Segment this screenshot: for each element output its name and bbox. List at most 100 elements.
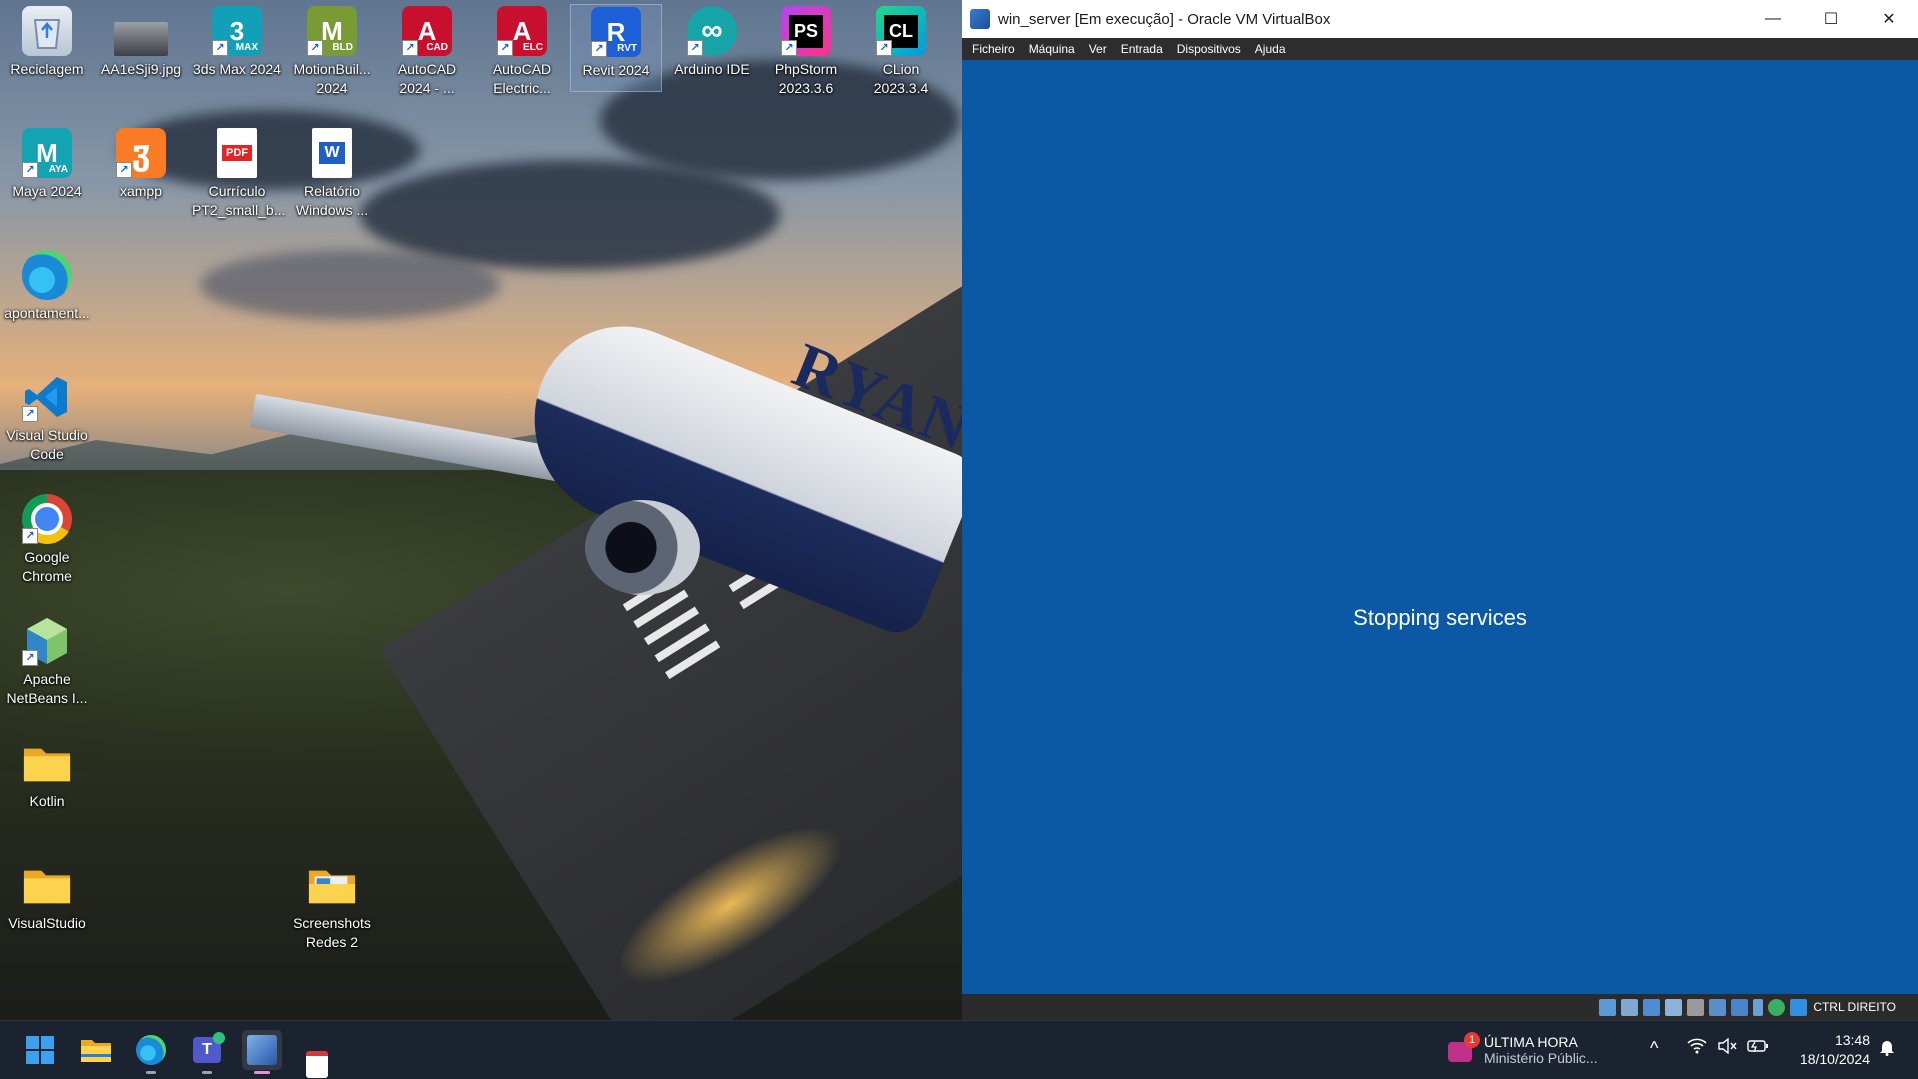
desktop-icon-screenshots-folder[interactable]: Screenshots Redes 2	[287, 860, 377, 952]
desktop-icon-relatorio-word[interactable]: W Relatório Windows ...	[287, 128, 377, 220]
window-title-bar[interactable]: win_server [Em execução] - Oracle VM Vir…	[962, 0, 1918, 38]
autocad-electrical-icon: A ELC ↗	[497, 6, 547, 56]
desktop-icon-autocad[interactable]: A CAD ↗ AutoCAD 2024 - ...	[382, 6, 472, 98]
desktop-icon-label: Maya 2024	[12, 183, 82, 199]
autocad-icon: A CAD ↗	[402, 6, 452, 56]
desktop-icon-curriculo-pdf[interactable]: PDF Currículo PT2_small_b...	[192, 128, 286, 220]
volume-muted-icon[interactable]	[1717, 1037, 1737, 1058]
desktop-icon-visualstudio-folder[interactable]: VisualStudio	[2, 860, 92, 933]
folder-icon	[307, 860, 357, 910]
desktop-icon-kotlin-folder[interactable]: Kotlin	[2, 738, 92, 811]
desktop-icon-netbeans[interactable]: ↗ Apache NetBeans I...	[2, 616, 92, 708]
desktop-icon-recycle-bin[interactable]: Reciclagem	[2, 6, 92, 79]
shared-folders-icon[interactable]	[1709, 998, 1727, 1016]
pdf-file-icon: PDF	[217, 128, 257, 178]
desktop-icon-label: Currículo PT2_small_b...	[192, 183, 286, 218]
tile-tag: BLD	[332, 42, 353, 53]
taskbar-teams[interactable]: T	[187, 1030, 227, 1074]
menu-ficheiro[interactable]: Ficheiro	[972, 42, 1015, 56]
desktop-icon-apontamentos-edge[interactable]: apontament...	[2, 250, 92, 323]
virtualbox-icon	[247, 1035, 277, 1065]
wifi-icon[interactable]	[1687, 1038, 1707, 1058]
optical-drive-icon[interactable]	[1621, 998, 1639, 1016]
menu-dispositivos[interactable]: Dispositivos	[1177, 42, 1241, 56]
desktop-icon-vscode[interactable]: ↗ Visual Studio Code	[2, 372, 92, 464]
desktop-icon-label: Screenshots Redes 2	[293, 915, 371, 950]
desktop-icon-motionbuilder[interactable]: M BLD ↗ MotionBuil... 2024	[287, 6, 377, 98]
desktop-icon-xampp[interactable]: ჳ ↗ xampp	[96, 128, 186, 201]
desktop-icon-label: AA1eSji9.jpg	[100, 61, 182, 77]
shortcut-arrow-icon: ↗	[497, 40, 513, 56]
menu-ver[interactable]: Ver	[1089, 42, 1107, 56]
desktop-icon-clion[interactable]: CL ↗ CLion 2023.3.4	[856, 6, 946, 98]
network-icon[interactable]	[1665, 998, 1683, 1016]
desktop-icon-chrome[interactable]: ↗ Google Chrome	[2, 494, 92, 586]
usb-icon[interactable]	[1687, 998, 1705, 1016]
desktop-icon-label: Visual Studio Code	[6, 427, 88, 462]
recording-icon[interactable]	[1753, 998, 1764, 1016]
edge-icon	[22, 250, 72, 300]
desktop-icon-maya[interactable]: M AYA ↗ Maya 2024	[2, 128, 92, 201]
minimize-button[interactable]: —	[1744, 0, 1802, 38]
tile-tag: ELC	[523, 42, 543, 53]
desktop-icon-arduino[interactable]: ∞ ↗ Arduino IDE	[667, 6, 757, 79]
shortcut-arrow-icon: ↗	[591, 41, 607, 57]
desktop-icon-3dsmax[interactable]: 3 MAX ↗ 3ds Max 2024	[192, 6, 282, 79]
audio-icon[interactable]	[1643, 998, 1661, 1016]
netbeans-icon: ↗	[22, 616, 72, 666]
running-indicator	[202, 1071, 212, 1074]
system-clock[interactable]: 13:48 18/10/2024	[1780, 1031, 1870, 1069]
close-button[interactable]: ✕	[1860, 0, 1918, 38]
virtualbox-window[interactable]: win_server [Em execução] - Oracle VM Vir…	[962, 0, 1918, 1020]
news-badge: 1	[1464, 1032, 1480, 1048]
news-icon: 1	[1448, 1032, 1480, 1064]
vm-display[interactable]: Stopping services	[962, 60, 1918, 994]
arduino-icon: ∞ ↗	[687, 6, 737, 56]
virtualbox-icon	[970, 9, 990, 29]
mouse-integration-icon[interactable]	[1790, 998, 1808, 1016]
windows-start-icon	[26, 1036, 54, 1064]
vscode-icon: ↗	[22, 372, 72, 422]
desktop-icon-revit[interactable]: R RVT ↗ Revit 2024	[570, 4, 662, 92]
desktop-icon-aa1esji9-jpg[interactable]: AA1eSji9.jpg	[96, 6, 186, 79]
maximize-button[interactable]: ☐	[1802, 0, 1860, 38]
desktop-icon-label: CLion 2023.3.4	[873, 61, 929, 96]
desktop-icon-label: MotionBuil... 2024	[293, 61, 371, 96]
tile-glyph: ∞	[701, 14, 723, 47]
desktop-icon-label: Revit 2024	[582, 62, 650, 78]
taskbar-file-explorer[interactable]	[76, 1030, 116, 1070]
desktop-icon-label: AutoCAD Electric...	[492, 61, 552, 96]
start-button[interactable]	[20, 1030, 60, 1070]
notification-bell-icon[interactable]	[1878, 1038, 1896, 1060]
cpu-activity-icon[interactable]	[1768, 998, 1786, 1016]
tile-tag: AYA	[48, 164, 68, 175]
desktop-icon-label: Apache NetBeans I...	[6, 671, 88, 706]
vm-status-message: Stopping services	[1353, 605, 1527, 630]
running-indicator	[146, 1071, 156, 1074]
menu-maquina[interactable]: Máquina	[1029, 42, 1075, 56]
xampp-icon: ჳ ↗	[116, 128, 166, 178]
desktop-icon-label: apontament...	[4, 305, 90, 321]
desktop-icon-phpstorm[interactable]: PS ↗ PhpStorm 2023.3.6	[761, 6, 851, 98]
desktop-icon-autocad-electrical[interactable]: A ELC ↗ AutoCAD Electric...	[477, 6, 567, 98]
menu-ajuda[interactable]: Ajuda	[1255, 42, 1286, 56]
calendar-icon	[306, 1050, 328, 1078]
show-hidden-icons-chevron[interactable]: ^	[1650, 1038, 1658, 1059]
menu-entrada[interactable]: Entrada	[1121, 42, 1163, 56]
taskbar-edge[interactable]	[131, 1030, 171, 1074]
shortcut-arrow-icon: ↗	[22, 528, 38, 544]
taskbar-calendar-app[interactable]	[297, 1049, 337, 1079]
desktop-icon-label: VisualStudio	[8, 915, 86, 931]
desktop-icon-label: 3ds Max 2024	[193, 61, 281, 77]
news-subtitle: Ministério Públic...	[1484, 1050, 1598, 1066]
shortcut-arrow-icon: ↗	[212, 40, 228, 56]
news-widget[interactable]: 1 ÚLTIMA HORA Ministério Públic...	[1448, 1029, 1598, 1071]
shortcut-arrow-icon: ↗	[22, 162, 38, 178]
shortcut-arrow-icon: ↗	[402, 40, 418, 56]
running-indicator	[254, 1071, 270, 1074]
tile-tag: CAD	[426, 42, 448, 53]
taskbar-virtualbox[interactable]	[242, 1030, 282, 1074]
display-icon[interactable]	[1731, 998, 1749, 1016]
hard-disk-icon[interactable]	[1599, 998, 1617, 1016]
battery-icon[interactable]	[1747, 1038, 1769, 1058]
